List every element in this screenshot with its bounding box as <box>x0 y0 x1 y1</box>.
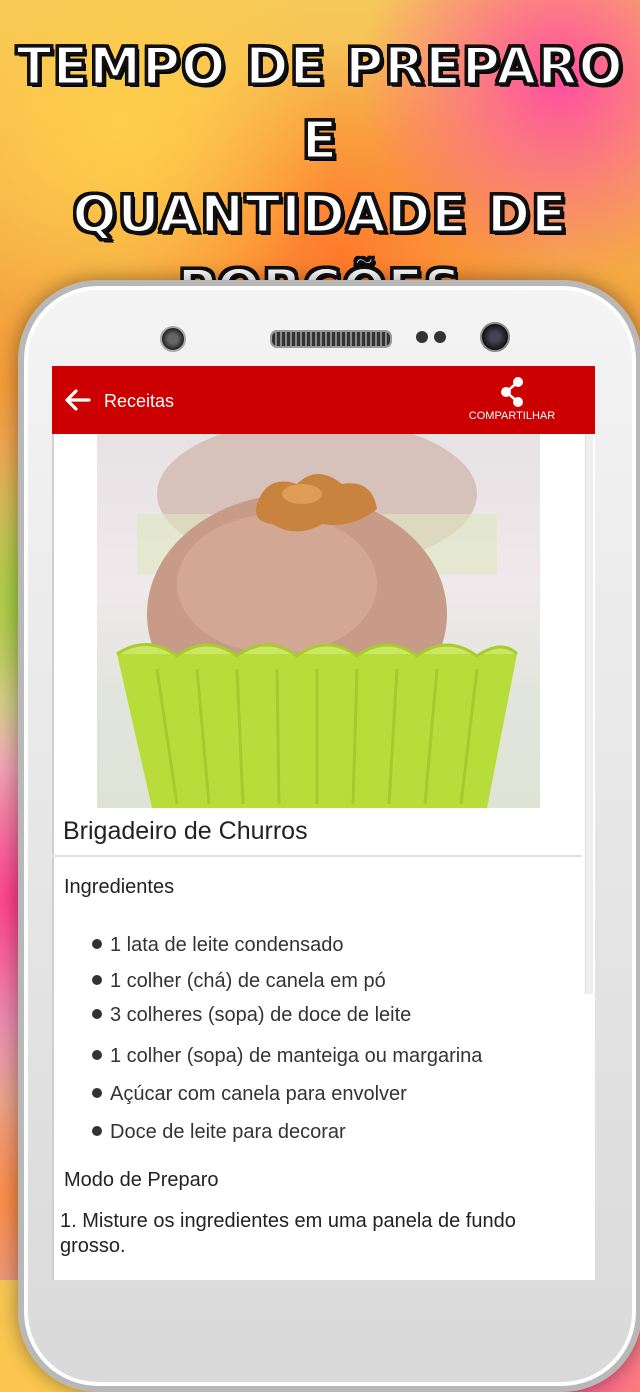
app-bar-title: Receitas <box>104 391 175 411</box>
bullet-icon <box>92 1008 102 1019</box>
front-camera-icon <box>480 322 510 352</box>
list-item: 1 colher (chá) de canela em pó <box>92 970 386 993</box>
list-item: 1 colher (sopa) de manteiga ou margarina <box>92 1045 482 1068</box>
proximity-sensor-icon <box>160 326 186 352</box>
bullet-icon <box>92 974 102 985</box>
share-button[interactable]: COMPARTILHAR <box>467 376 557 422</box>
app-bar: Receitas COMPARTILHAR <box>52 366 595 434</box>
title-divider <box>52 855 582 857</box>
headline-line-1: TEMPO DE PREPARO E <box>15 36 624 173</box>
share-label: COMPARTILHAR <box>468 410 556 422</box>
bullet-icon <box>92 1049 102 1060</box>
list-item: Açúcar com canela para envolver <box>92 1083 407 1106</box>
bullet-icon <box>92 1125 102 1136</box>
cupcake-photo <box>116 434 519 808</box>
recipe-photo <box>97 434 540 808</box>
sensor-dots-icon <box>416 330 452 348</box>
list-item: 3 colheres (sopa) de doce de leite <box>92 1004 411 1027</box>
scrollbar[interactable] <box>582 434 595 1280</box>
method-heading: Modo de Preparo <box>64 1169 219 1191</box>
scroll-thumb[interactable] <box>585 434 593 994</box>
headline-line-2: QUANTIDADE DE <box>71 184 568 247</box>
ingredients-heading: Ingredientes <box>64 876 175 898</box>
bullet-icon <box>92 1087 102 1098</box>
method-step: 1. Misture os ingredientes em uma panela… <box>60 1210 516 1257</box>
list-item: 1 lata de leite condensado <box>92 934 344 957</box>
bullet-icon <box>92 938 102 949</box>
arrow-left-icon[interactable] <box>64 388 92 412</box>
app-screen: Receitas COMPARTILHAR Brigadeiro de Chur… <box>52 366 595 1280</box>
share-icon <box>501 377 523 407</box>
recipe-content: Brigadeiro de Churros Ingredientes 1 lat… <box>52 434 582 1280</box>
list-item: Doce de leite para decorar <box>92 1121 346 1144</box>
recipe-title: Brigadeiro de Churros <box>63 817 308 845</box>
earpiece-speaker <box>270 330 392 348</box>
